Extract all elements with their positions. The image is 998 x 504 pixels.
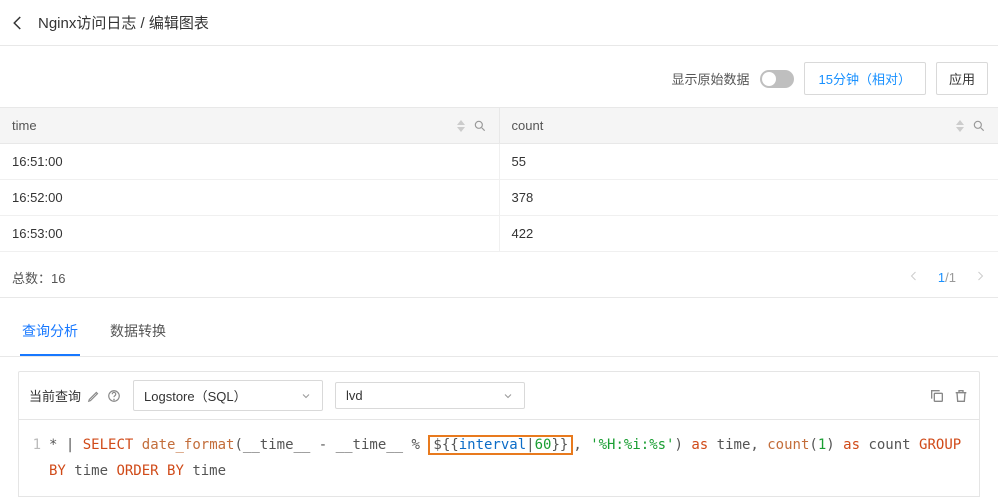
line-number: 1 (29, 432, 49, 484)
sql-editor[interactable]: 1 * | SELECT date_format(__time__ - __ti… (29, 432, 969, 484)
pager-next[interactable] (974, 270, 986, 285)
cell-time: 16:53:00 (0, 216, 500, 251)
search-icon[interactable] (972, 119, 986, 133)
cell-count: 422 (500, 216, 998, 251)
cell-time: 16:52:00 (0, 180, 500, 215)
current-query-label: 当前查询 (29, 386, 121, 405)
tab-query-analysis[interactable]: 查询分析 (20, 308, 80, 356)
chevron-down-icon (300, 390, 312, 402)
column-header-count[interactable]: count (500, 108, 998, 143)
edit-icon[interactable] (87, 389, 101, 403)
delete-icon[interactable] (953, 388, 969, 404)
table-row: 16:53:00 422 (0, 216, 998, 252)
total-count: 总数：16 (12, 268, 65, 287)
help-icon[interactable] (107, 389, 121, 403)
sort-icon[interactable] (956, 120, 966, 132)
raw-data-label: 显示原始数据 (672, 69, 750, 88)
column-label: count (512, 118, 544, 133)
timerange-button[interactable]: 15分钟（相对） (804, 62, 926, 95)
column-header-time[interactable]: time (0, 108, 500, 143)
tab-data-transform[interactable]: 数据转换 (108, 308, 168, 356)
sql-code: * | SELECT date_format(__time__ - __time… (49, 432, 969, 484)
back-button[interactable] (8, 13, 28, 33)
chevron-down-icon (502, 390, 514, 402)
column-label: time (12, 118, 37, 133)
table-row: 16:52:00 378 (0, 180, 998, 216)
breadcrumb: Nginx访问日志 / 编辑图表 (38, 12, 209, 33)
apply-button[interactable]: 应用 (936, 62, 988, 95)
sort-icon[interactable] (457, 120, 467, 132)
search-icon[interactable] (473, 119, 487, 133)
cell-time: 16:51:00 (0, 144, 500, 179)
cell-count: 55 (500, 144, 998, 179)
table-row: 16:51:00 55 (0, 144, 998, 180)
source-select[interactable]: Logstore（SQL） (133, 380, 323, 411)
variable-highlight: ${{interval|60}} (428, 435, 573, 455)
pager-prev[interactable] (908, 270, 920, 285)
raw-data-toggle[interactable] (760, 70, 794, 88)
cell-count: 378 (500, 180, 998, 215)
copy-icon[interactable] (929, 388, 945, 404)
logstore-select[interactable]: lvd (335, 382, 525, 409)
pager-pages: 1/1 (938, 270, 956, 285)
